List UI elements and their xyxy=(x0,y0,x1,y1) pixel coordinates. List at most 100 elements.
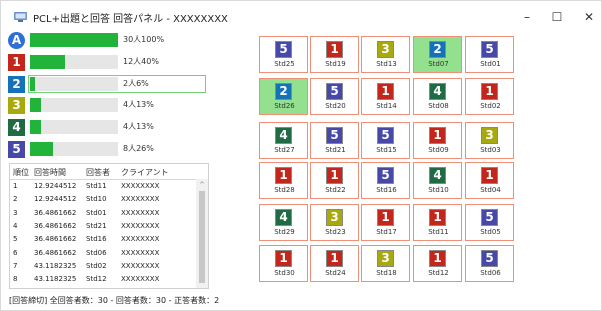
answer-bar-track xyxy=(30,77,118,91)
student-cell-std20[interactable]: 5 Std20 xyxy=(310,78,359,115)
answer-row-1[interactable]: 1 12人40% xyxy=(8,53,208,72)
answer-bar-fill xyxy=(30,55,66,69)
answer-1-badge-icon: 1 xyxy=(429,209,446,226)
student-cell-std17[interactable]: 1 Std17 xyxy=(361,204,410,241)
answer-bar-box: 4人13% xyxy=(28,118,206,136)
client-cell: XXXXXXXX xyxy=(121,182,160,190)
time-cell: 36.4861662 xyxy=(34,208,77,217)
student-cell-std15[interactable]: 5 Std15 xyxy=(361,122,410,159)
student-label: Std28 xyxy=(274,186,295,194)
answer-bar-box: 30人100% xyxy=(28,31,206,49)
maximize-button[interactable]: ☐ xyxy=(547,8,567,26)
student-cell-std01[interactable]: 5 Std01 xyxy=(465,36,514,73)
answer-row-3[interactable]: 3 4人13% xyxy=(8,96,208,115)
column-time-header[interactable]: 回答時間 xyxy=(34,167,66,178)
student-cell-std28[interactable]: 1 Std28 xyxy=(259,162,308,199)
scrollbar-thumb[interactable] xyxy=(199,191,205,283)
answer-row-2[interactable]: 2 2人6% xyxy=(8,75,208,94)
student-cell-std02[interactable]: 1 Std02 xyxy=(465,78,514,115)
answer-bar-fill xyxy=(30,77,36,91)
student-cell-std19[interactable]: 1 Std19 xyxy=(310,36,359,73)
student-cell-std22[interactable]: 1 Std22 xyxy=(310,162,359,199)
student-cell-std29[interactable]: 4 Std29 xyxy=(259,204,308,241)
close-button[interactable]: ✕ xyxy=(579,8,599,26)
table-header: 順位 回答時間 回答者 クライアント xyxy=(10,164,208,180)
student-cell-std26[interactable]: 2 Std26 xyxy=(259,78,308,115)
column-answerer-header[interactable]: 回答者 xyxy=(86,167,110,178)
answer-count-text: 2人6% xyxy=(123,79,149,88)
table-row[interactable]: 4 36.4861662 Std21 XXXXXXXX xyxy=(10,221,196,233)
student-cell-std12[interactable]: 1 Std12 xyxy=(413,245,462,282)
answer-count-text: 30人100% xyxy=(123,35,165,44)
answer-1-badge-icon: 1 xyxy=(326,250,343,267)
student-label: Std13 xyxy=(376,60,397,68)
student-label: Std02 xyxy=(480,102,501,110)
student-cell-std06[interactable]: 5 Std06 xyxy=(465,245,514,282)
student-cell-std11[interactable]: 1 Std11 xyxy=(413,204,462,241)
answer-2-badge-icon: 2 xyxy=(275,83,292,100)
vertical-scrollbar[interactable]: ^ xyxy=(196,179,208,288)
student-cell-std03[interactable]: 3 Std03 xyxy=(465,122,514,159)
answer-2-icon: 2 xyxy=(8,76,25,93)
time-cell: 12.9244512 xyxy=(34,182,77,190)
table-row[interactable]: 1 12.9244512 Std11 XXXXXXXX xyxy=(10,181,196,193)
column-rank-header[interactable]: 順位 xyxy=(13,167,29,178)
student-cell-std24[interactable]: 1 Std24 xyxy=(310,245,359,282)
student-cell-std14[interactable]: 1 Std14 xyxy=(361,78,410,115)
student-cell-std05[interactable]: 5 Std05 xyxy=(465,204,514,241)
student-label: Std03 xyxy=(480,146,501,154)
time-cell: 12.9244512 xyxy=(34,195,77,204)
student-cell-std09[interactable]: 1 Std09 xyxy=(413,122,462,159)
student-label: Std16 xyxy=(376,186,397,194)
student-cell-std08[interactable]: 4 Std08 xyxy=(413,78,462,115)
answer-5-icon: 5 xyxy=(8,141,25,158)
answer-2-badge-icon: 2 xyxy=(429,41,446,58)
answer-row-5[interactable]: 5 8人26% xyxy=(8,140,208,159)
student-label: Std24 xyxy=(325,269,346,277)
student-cell-std16[interactable]: 5 Std16 xyxy=(361,162,410,199)
student-cell-std23[interactable]: 3 Std23 xyxy=(310,204,359,241)
client-cell: XXXXXXXX xyxy=(121,195,160,204)
answerer-cell: Std16 xyxy=(86,235,107,244)
answer-row-A[interactable]: A 30人100% xyxy=(8,31,208,50)
table-row[interactable]: 3 36.4861662 Std01 XXXXXXXX xyxy=(10,208,196,220)
answer-5-badge-icon: 5 xyxy=(326,83,343,100)
minimize-button[interactable]: – xyxy=(517,8,537,26)
answer-3-badge-icon: 3 xyxy=(377,250,394,267)
rank-cell: 3 xyxy=(13,208,18,217)
student-label: Std09 xyxy=(428,146,449,154)
answer-bar-track xyxy=(30,33,118,47)
rank-cell: 4 xyxy=(13,221,18,230)
student-cell-std13[interactable]: 3 Std13 xyxy=(361,36,410,73)
answer-row-4[interactable]: 4 4人13% xyxy=(8,118,208,137)
student-cell-std10[interactable]: 4 Std10 xyxy=(413,162,462,199)
answer-count-text: 4人13% xyxy=(123,100,154,109)
student-cell-std27[interactable]: 4 Std27 xyxy=(259,122,308,159)
answer-5-badge-icon: 5 xyxy=(326,127,343,144)
answer-1-icon: 1 xyxy=(8,54,25,71)
student-cell-std18[interactable]: 3 Std18 xyxy=(361,245,410,282)
table-row[interactable]: 5 36.4861662 Std16 XXXXXXXX xyxy=(10,234,196,246)
table-row[interactable]: 7 43.1182325 Std02 XXXXXXXX xyxy=(10,261,196,273)
student-cell-std25[interactable]: 5 Std25 xyxy=(259,36,308,73)
answer-3-badge-icon: 3 xyxy=(326,209,343,226)
column-client-header[interactable]: クライアント xyxy=(121,167,169,178)
results-table: 順位 回答時間 回答者 クライアント 1 12.9244512 Std11 XXXXX… xyxy=(9,163,209,289)
answer-1-badge-icon: 1 xyxy=(481,83,498,100)
rank-cell: 7 xyxy=(13,261,18,270)
title-bar[interactable]: PCL+出題と回答 回答パネル - XXXXXXXX – ☐ ✕ xyxy=(1,1,601,33)
table-row[interactable]: 6 36.4861662 Std06 XXXXXXXX xyxy=(10,248,196,260)
table-row[interactable]: 2 12.9244512 Std10 XXXXXXXX xyxy=(10,194,196,206)
table-row[interactable]: 8 43.1182325 Std12 XXXXXXXX xyxy=(10,274,196,286)
client-cell: XXXXXXXX xyxy=(121,221,160,230)
app-icon xyxy=(14,12,27,22)
student-cell-std07[interactable]: 2 Std07 xyxy=(413,36,462,73)
student-cell-std30[interactable]: 1 Std30 xyxy=(259,245,308,282)
student-cell-std04[interactable]: 1 Std04 xyxy=(465,162,514,199)
student-label: Std11 xyxy=(428,228,449,236)
answerer-cell: Std01 xyxy=(86,208,107,217)
student-cell-std21[interactable]: 5 Std21 xyxy=(310,122,359,159)
student-label: Std01 xyxy=(480,60,501,68)
answer-panel-window: PCL+出題と回答 回答パネル - XXXXXXXX – ☐ ✕ A 30人100… xyxy=(0,0,602,311)
scroll-up-arrow-icon[interactable]: ^ xyxy=(196,180,208,190)
